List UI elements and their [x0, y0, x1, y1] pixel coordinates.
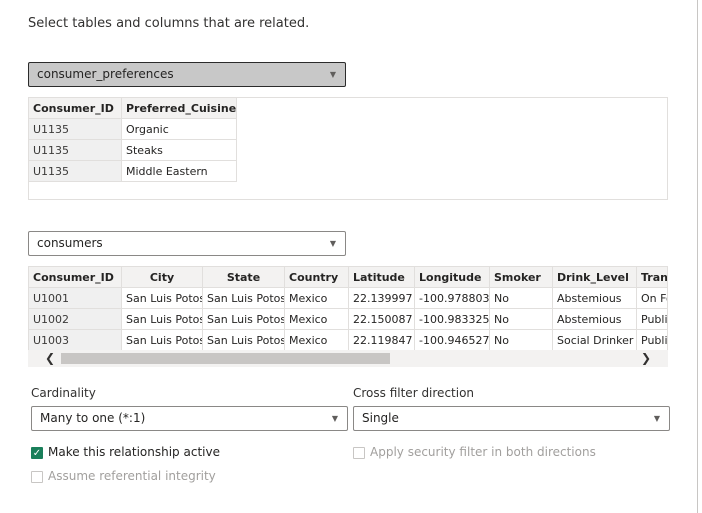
table-cell: Mexico: [284, 329, 349, 350]
table-cell: Public: [636, 329, 667, 350]
scroll-right-icon[interactable]: ❯: [641, 350, 651, 367]
table-cell: Mexico: [284, 308, 349, 330]
table-cell: Steaks: [121, 139, 237, 161]
chevron-down-icon: ▼: [653, 414, 660, 423]
right-panel-divider: [697, 0, 698, 513]
table-cell: -100.978803: [414, 287, 490, 309]
column-header-consumer-id[interactable]: Consumer_ID: [29, 98, 122, 119]
table-cell: U1135: [29, 139, 122, 161]
table-cell: Abstemious: [552, 287, 637, 309]
table-cell: Organic: [121, 118, 237, 140]
scroll-left-icon[interactable]: ❮: [45, 350, 55, 367]
table1-preview: Consumer_ID Preferred_Cuisine U1135 Orga…: [28, 97, 668, 200]
referential-integrity-checkbox: [31, 471, 43, 483]
scrollbar-thumb[interactable]: [61, 353, 390, 364]
check-icon: ✓: [32, 448, 42, 459]
table-cell: Abstemious: [552, 308, 637, 330]
table-cell: U1001: [29, 287, 122, 309]
column-header-longitude[interactable]: Longitude: [414, 267, 490, 288]
table-cell: San Luis Potosi: [202, 308, 285, 330]
active-relationship-checkbox[interactable]: ✓: [31, 447, 43, 459]
table1-select-value: consumer_preferences: [37, 67, 174, 81]
cross-filter-select[interactable]: Single ▼: [353, 406, 670, 431]
table-cell: U1002: [29, 308, 122, 330]
table-cell: Mexico: [284, 287, 349, 309]
referential-integrity-label: Assume referential integrity: [48, 469, 216, 483]
column-header-drink-level[interactable]: Drink_Level: [552, 267, 637, 288]
table-row: U1003 San Luis Potosi San Luis Potosi Me…: [29, 329, 667, 350]
table1-select[interactable]: consumer_preferences ▼: [28, 62, 346, 87]
table-cell: On Fo: [636, 287, 667, 309]
table2-grid: Consumer_ID City State Country Latitude …: [29, 267, 667, 350]
cardinality-select[interactable]: Many to one (*:1) ▼: [31, 406, 348, 431]
security-filter-label: Apply security filter in both directions: [370, 445, 596, 459]
active-relationship-label: Make this relationship active: [48, 445, 220, 459]
table2-preview: Consumer_ID City State Country Latitude …: [28, 266, 668, 350]
column-header-city[interactable]: City: [121, 267, 203, 288]
column-header-preferred-cuisine[interactable]: Preferred_Cuisine: [121, 98, 237, 119]
table-row: U1135 Organic: [29, 118, 237, 140]
table-cell: No: [489, 287, 553, 309]
table-cell: Middle Eastern: [121, 160, 237, 182]
table-row: U1001 San Luis Potosi San Luis Potosi Me…: [29, 287, 667, 309]
cardinality-value: Many to one (*:1): [40, 411, 146, 425]
table-cell: San Luis Potosi: [121, 329, 203, 350]
cardinality-label: Cardinality: [31, 386, 96, 400]
table-cell: 22.150087: [348, 308, 415, 330]
table-cell: U1003: [29, 329, 122, 350]
table-cell: U1135: [29, 118, 122, 140]
instruction-text: Select tables and columns that are relat…: [28, 16, 310, 31]
table-cell: San Luis Potosi: [121, 308, 203, 330]
column-header-consumer-id[interactable]: Consumer_ID: [29, 267, 122, 288]
cross-filter-label: Cross filter direction: [353, 386, 475, 400]
chevron-down-icon: ▼: [329, 239, 336, 248]
table1-grid: Consumer_ID Preferred_Cuisine U1135 Orga…: [29, 98, 237, 182]
table-row: U1135 Steaks: [29, 139, 237, 161]
table-cell: No: [489, 329, 553, 350]
table-cell: -100.946527: [414, 329, 490, 350]
table-cell: Social Drinker: [552, 329, 637, 350]
table-cell: San Luis Potosi: [121, 287, 203, 309]
table-cell: -100.983325: [414, 308, 490, 330]
cross-filter-value: Single: [362, 411, 399, 425]
table2-select[interactable]: consumers ▼: [28, 231, 346, 256]
table-cell: San Luis Potosi: [202, 329, 285, 350]
security-filter-checkbox: [353, 447, 365, 459]
column-header-country[interactable]: Country: [284, 267, 349, 288]
table-cell: Public: [636, 308, 667, 330]
table-cell: U1135: [29, 160, 122, 182]
table-cell: 22.119847: [348, 329, 415, 350]
column-header-smoker[interactable]: Smoker: [489, 267, 553, 288]
chevron-down-icon: ▼: [329, 70, 336, 79]
table-row: U1135 Middle Eastern: [29, 160, 237, 182]
column-header-state[interactable]: State: [202, 267, 285, 288]
table-cell: No: [489, 308, 553, 330]
table-cell: 22.139997: [348, 287, 415, 309]
column-header-latitude[interactable]: Latitude: [348, 267, 415, 288]
table-cell: San Luis Potosi: [202, 287, 285, 309]
chevron-down-icon: ▼: [331, 414, 338, 423]
table2-select-value: consumers: [37, 236, 103, 250]
column-header-trans[interactable]: Trans: [636, 267, 667, 288]
table2-horizontal-scrollbar[interactable]: ❮ ❯: [28, 350, 668, 367]
table-row: U1002 San Luis Potosi San Luis Potosi Me…: [29, 308, 667, 330]
